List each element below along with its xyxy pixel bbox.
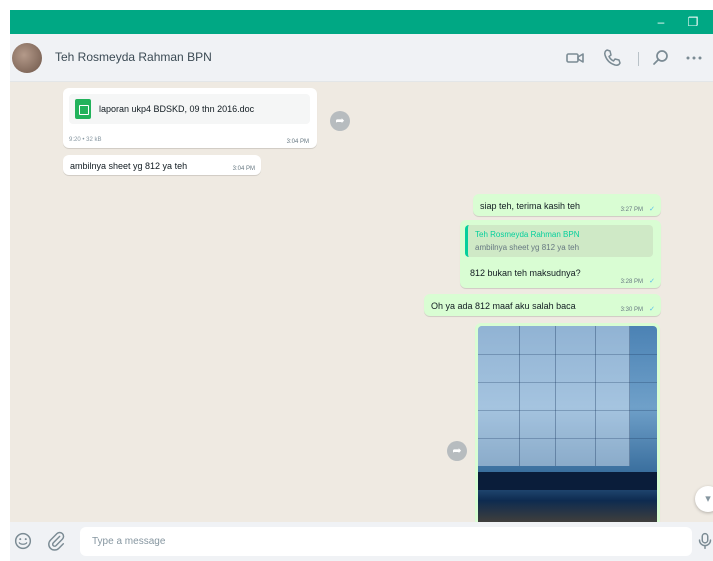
photo-detail [478, 354, 657, 355]
quoted-author: Teh Rosmeyda Rahman BPN [475, 230, 580, 239]
quoted-message[interactable]: Teh Rosmeyda Rahman BPN ambilnya sheet y… [465, 225, 653, 257]
minimize-button[interactable]: – [646, 13, 676, 31]
message-text: 812 bukan teh maksudnya? [470, 268, 581, 278]
message-time: 3:04 PM [286, 139, 309, 145]
message-text: ambilnya sheet yg 812 ya teh [70, 161, 188, 171]
document-file-icon [75, 99, 91, 119]
message-text: Oh ya ada 812 maaf aku salah baca [431, 301, 576, 311]
outgoing-message[interactable]: siap teh, terima kasih teh 3:27 PM ✓ [473, 194, 661, 216]
image-message[interactable] [475, 323, 660, 522]
photo-detail [520, 326, 556, 466]
photo-detail [556, 326, 596, 466]
message-time: 3:28 PM [620, 279, 643, 285]
outgoing-reply-message[interactable]: Teh Rosmeyda Rahman BPN ambilnya sheet y… [460, 220, 661, 288]
photo-detail [478, 410, 657, 411]
voice-call-icon[interactable] [600, 46, 624, 70]
message-text: siap teh, terima kasih teh [480, 201, 581, 211]
photo-detail [478, 382, 657, 383]
forward-icon[interactable]: ➦ [330, 111, 350, 131]
header-divider [638, 52, 639, 66]
menu-icon[interactable] [682, 46, 706, 70]
message-time: 3:04 PM [232, 166, 255, 172]
attach-icon[interactable] [45, 530, 67, 552]
message-time: 3:27 PM [620, 207, 643, 213]
photo-detail [478, 438, 657, 439]
document-meta: 9:20 • 32 kB [69, 137, 102, 143]
outgoing-message[interactable]: Oh ya ada 812 maaf aku salah baca 3:30 P… [424, 294, 661, 316]
whatsapp-window: – ❐ Teh Rosmeyda Rahman BPN laporan ukp4… [10, 10, 713, 561]
chat-area[interactable]: laporan ukp4 BDSKD, 09 thn 2016.doc 9:20… [10, 82, 713, 522]
document-message[interactable]: laporan ukp4 BDSKD, 09 thn 2016.doc 9:20… [63, 88, 317, 148]
chat-header: Teh Rosmeyda Rahman BPN [10, 34, 713, 82]
read-check-icon: ✓ [649, 206, 655, 213]
search-icon[interactable] [649, 46, 673, 70]
incoming-message[interactable]: ambilnya sheet yg 812 ya teh 3:04 PM [63, 155, 261, 175]
message-input[interactable] [80, 527, 692, 556]
photo-thumbnail[interactable] [478, 326, 657, 522]
read-check-icon: ✓ [649, 278, 655, 285]
contact-avatar[interactable] [12, 43, 42, 73]
emoji-icon[interactable] [12, 530, 34, 552]
document-attachment[interactable]: laporan ukp4 BDSKD, 09 thn 2016.doc [69, 94, 310, 124]
document-file-name: laporan ukp4 BDSKD, 09 thn 2016.doc [99, 104, 255, 114]
read-check-icon: ✓ [649, 306, 655, 313]
photo-detail [478, 472, 657, 490]
quoted-text: ambilnya sheet yg 812 ya teh [475, 243, 580, 252]
contact-name[interactable]: Teh Rosmeyda Rahman BPN [55, 50, 212, 64]
maximize-button[interactable]: ❐ [678, 13, 708, 31]
title-bar: – ❐ [10, 10, 713, 34]
video-call-icon[interactable] [563, 46, 587, 70]
photo-detail [478, 326, 520, 466]
microphone-icon[interactable] [694, 530, 712, 552]
scroll-down-button[interactable]: ▾ [695, 486, 713, 512]
photo-detail [596, 326, 630, 466]
compose-bar [10, 522, 713, 561]
forward-icon[interactable]: ➦ [447, 441, 467, 461]
message-time: 3:30 PM [620, 307, 643, 313]
